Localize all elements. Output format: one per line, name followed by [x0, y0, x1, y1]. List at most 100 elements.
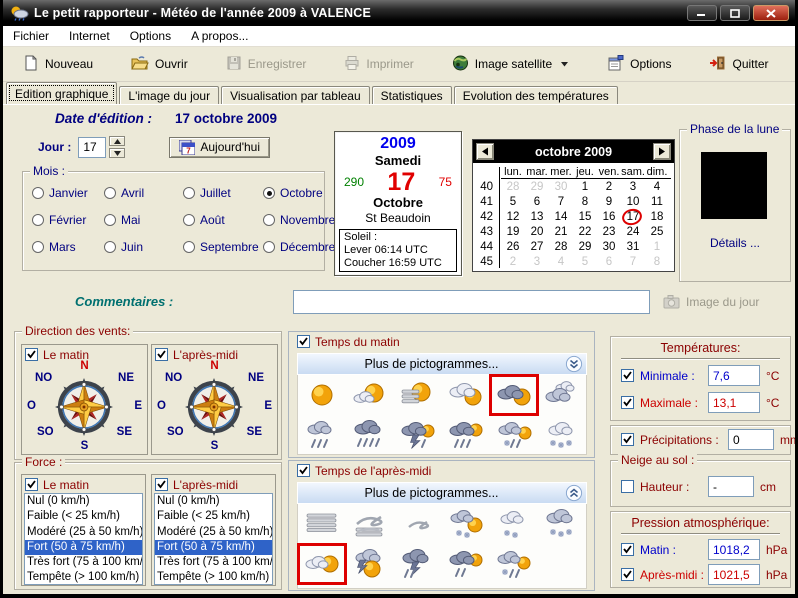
calendar-day[interactable]: 19	[501, 225, 525, 240]
pictogram-heavy-rain[interactable]	[346, 415, 394, 455]
pictogram-light-rain[interactable]	[298, 415, 346, 455]
toolbar-button-imprimer[interactable]: Imprimer	[338, 51, 419, 78]
calendar-day[interactable]: 18	[645, 210, 669, 225]
calendar-day[interactable]: 22	[573, 225, 597, 240]
pictogram-thunderstorm-sun-2[interactable]	[346, 544, 394, 584]
pressure-afternoon-checkbox[interactable]	[621, 568, 634, 581]
force-morning-checkbox[interactable]	[25, 478, 38, 491]
month-radio-mai[interactable]: Mai	[104, 213, 144, 227]
tab-evolution-des-temperatures[interactable]: Evolution des températures	[454, 86, 618, 104]
calendar-day[interactable]: 8	[573, 195, 597, 210]
force-option[interactable]: Fort (50 à 75 km/h)	[25, 540, 142, 555]
pictogram-rain-sun[interactable]	[442, 415, 490, 455]
month-radio-juin[interactable]: Juin	[104, 240, 144, 254]
close-button[interactable]	[753, 5, 789, 21]
calendar-prev-button[interactable]	[476, 143, 494, 160]
month-radio-aout[interactable]: Août	[183, 213, 259, 227]
month-radio-decembre[interactable]: Décembre	[263, 240, 335, 254]
force-option[interactable]: Faible (< 25 km/h)	[25, 509, 142, 524]
comments-input[interactable]	[293, 290, 650, 314]
calendar-day[interactable]: 30	[549, 180, 573, 195]
month-radio-octobre[interactable]: Octobre	[263, 186, 335, 200]
calendar-day[interactable]: 31	[621, 240, 645, 255]
calendar-day[interactable]: 23	[597, 225, 621, 240]
pictogram-thunderstorm-sun[interactable]	[394, 415, 442, 455]
calendar-day[interactable]: 1	[573, 180, 597, 195]
toolbar-button-nouveau[interactable]: Nouveau	[17, 51, 99, 78]
calendar-day[interactable]: 27	[525, 240, 549, 255]
pressure-afternoon-input[interactable]	[708, 564, 760, 585]
calendar-day[interactable]: 14	[549, 210, 573, 225]
more-pictograms-bar-afternoon[interactable]: Plus de pictogrammes...	[297, 482, 587, 504]
force-option[interactable]: Très fort (75 à 100 km/h)	[25, 555, 142, 570]
calendar-day[interactable]: 21	[549, 225, 573, 240]
pictogram-sleet-sun[interactable]	[490, 415, 538, 455]
pictogram-sun[interactable]	[298, 375, 346, 415]
calendar-day[interactable]: 30	[597, 240, 621, 255]
calendar-day[interactable]: 2	[501, 255, 525, 270]
pictogram-mist[interactable]	[394, 504, 442, 544]
calendar-day[interactable]: 26	[501, 240, 525, 255]
toolbar-button-enregistrer[interactable]: Enregistrer	[220, 51, 313, 78]
tab-visualisation-par-tableau[interactable]: Visualisation par tableau	[221, 86, 370, 104]
calendar-day[interactable]: 6	[597, 255, 621, 270]
tab-statistiques[interactable]: Statistiques	[372, 86, 452, 104]
maximize-button[interactable]	[720, 5, 750, 21]
month-radio-fevrier[interactable]: Février	[32, 213, 88, 227]
temp-min-input[interactable]	[708, 365, 760, 386]
force-option[interactable]: Modéré (25 à 50 km/h)	[25, 525, 142, 540]
calendar-day[interactable]: 25	[645, 225, 669, 240]
calendar-day[interactable]: 28	[549, 240, 573, 255]
calendar-day[interactable]: 3	[621, 180, 645, 195]
calendar-day[interactable]: 29	[573, 240, 597, 255]
pictogram-snow-cloudy[interactable]	[538, 415, 586, 455]
image-of-day-button[interactable]: Image du jour	[659, 292, 763, 311]
month-radio-mars[interactable]: Mars	[32, 240, 88, 254]
calendar-day[interactable]: 4	[549, 255, 573, 270]
day-input[interactable]	[78, 137, 106, 158]
weather-morning-checkbox[interactable]	[297, 335, 310, 348]
calendar-day[interactable]: 11	[645, 195, 669, 210]
calendar-day[interactable]: 29	[525, 180, 549, 195]
force-afternoon-checkbox[interactable]	[155, 478, 168, 491]
pictogram-sun-behind-dark-cloud[interactable]	[490, 375, 538, 415]
calendar-day[interactable]: 8	[645, 255, 669, 270]
force-option[interactable]: Faible (< 25 km/h)	[155, 509, 272, 524]
calendar-day[interactable]: 17	[621, 210, 645, 225]
pictogram-snow-shower-sun[interactable]	[442, 504, 490, 544]
tab-image-du-jour[interactable]: L'image du jour	[119, 86, 219, 104]
tab-edition-graphique[interactable]: Edition graphique	[6, 82, 117, 104]
precipitation-checkbox[interactable]	[621, 433, 634, 446]
moon-details-link[interactable]: Détails ...	[680, 236, 790, 250]
pictogram-fog-wind[interactable]	[346, 504, 394, 544]
month-radio-septembre[interactable]: Septembre	[183, 240, 259, 254]
pictogram-rain-snow-sun[interactable]	[490, 544, 538, 584]
wind-morning-compass[interactable]: NNONEOESOSES	[22, 362, 147, 454]
calendar-day[interactable]: 13	[525, 210, 549, 225]
month-radio-avril[interactable]: Avril	[104, 186, 144, 200]
calendar-day[interactable]: 12	[501, 210, 525, 225]
snow-height-input[interactable]	[708, 476, 754, 497]
temp-max-input[interactable]	[708, 392, 760, 413]
pictogram-rain-sun-2[interactable]	[442, 544, 490, 584]
pictogram-heavy-snow[interactable]	[538, 504, 586, 544]
pictogram-sun-with-small-cloud[interactable]	[346, 375, 394, 415]
calendar-day[interactable]: 15	[573, 210, 597, 225]
wind-afternoon-compass[interactable]: NNONEOESOSES	[152, 362, 277, 454]
calendar-day[interactable]: 4	[645, 180, 669, 195]
chevron-down-icon[interactable]	[565, 355, 583, 373]
calendar-day[interactable]: 20	[525, 225, 549, 240]
menu-item-options[interactable]: Options	[120, 26, 181, 46]
calendar-day[interactable]: 5	[573, 255, 597, 270]
toolbar-button-quitter[interactable]: Quitter	[703, 51, 774, 78]
precipitation-input[interactable]	[728, 429, 774, 450]
day-spin-down[interactable]	[109, 148, 125, 158]
pictogram-cloudy[interactable]	[538, 375, 586, 415]
force-option[interactable]: Tempête (> 100 km/h)	[25, 570, 142, 585]
calendar-day[interactable]: 2	[597, 180, 621, 195]
pictogram-snow-shower[interactable]	[490, 504, 538, 544]
calendar-day[interactable]: 1	[645, 240, 669, 255]
temp-max-checkbox[interactable]	[621, 396, 634, 409]
calendar-day[interactable]: 3	[525, 255, 549, 270]
dropdown-arrow-icon[interactable]	[560, 61, 569, 67]
